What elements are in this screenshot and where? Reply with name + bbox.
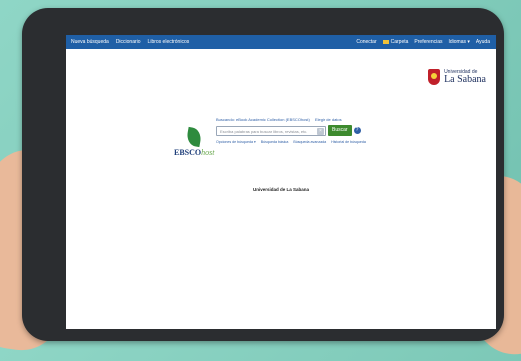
nav-ebooks[interactable]: Libros electrónicos: [148, 39, 190, 45]
basic-search-link[interactable]: Búsqueda básica: [261, 140, 289, 144]
search-button[interactable]: Buscar: [328, 125, 352, 136]
search-history-link[interactable]: Historial de búsqueda: [331, 140, 366, 144]
advanced-search-link[interactable]: Búsqueda avanzada: [293, 140, 326, 144]
university-label-big: La Sabana: [444, 73, 486, 85]
search-placeholder: Escriba palabras para buscar libros, rev…: [220, 128, 308, 134]
ebsco-leaf-icon: [185, 126, 203, 148]
searching-line: Buscando: eBook Academic Collection (EBS…: [216, 117, 416, 122]
ebsco-host: host: [201, 148, 215, 157]
nav-connect[interactable]: Conectar: [356, 39, 376, 45]
nav-preferences[interactable]: Preferencias: [414, 39, 442, 45]
nav-languages[interactable]: Idiomas ▾: [449, 39, 470, 45]
nav-new-search[interactable]: Nueva búsqueda: [71, 39, 109, 45]
clear-icon[interactable]: ×: [317, 127, 324, 135]
university-shield-icon: [428, 69, 441, 85]
ebsco-name: EBSCO: [174, 148, 202, 157]
searching-text: Buscando: eBook Academic Collection (EBS…: [216, 117, 310, 122]
nav-folder-label: Carpeta: [390, 39, 409, 45]
search-input[interactable]: Escriba palabras para buscar libros, rev…: [216, 125, 326, 136]
search-links: Opciones de búsqueda ▾ Búsqueda básica B…: [216, 140, 416, 144]
tablet-frame: Nueva búsqueda Diccionario Libros electr…: [22, 8, 504, 341]
search-options-link[interactable]: Opciones de búsqueda ▾: [216, 140, 256, 144]
nav-folder[interactable]: Carpeta: [382, 39, 409, 45]
nav-dictionary[interactable]: Diccionario: [116, 39, 141, 45]
ebsco-logo: EBSCOhost: [174, 126, 215, 157]
institution-label: Universidad de La Sabana: [252, 187, 310, 192]
folder-icon: [382, 39, 389, 44]
search-area: Buscando: eBook Academic Collection (EBS…: [216, 117, 416, 144]
choose-database-link[interactable]: Elegir de datos: [315, 117, 342, 122]
help-icon[interactable]: ?: [353, 127, 361, 134]
top-navigation-bar: Nueva búsqueda Diccionario Libros electr…: [66, 35, 496, 49]
tablet-screen: Nueva búsqueda Diccionario Libros electr…: [66, 35, 496, 329]
university-logo: Universidad de La Sabana: [428, 69, 486, 85]
nav-help[interactable]: Ayuda: [476, 39, 490, 45]
